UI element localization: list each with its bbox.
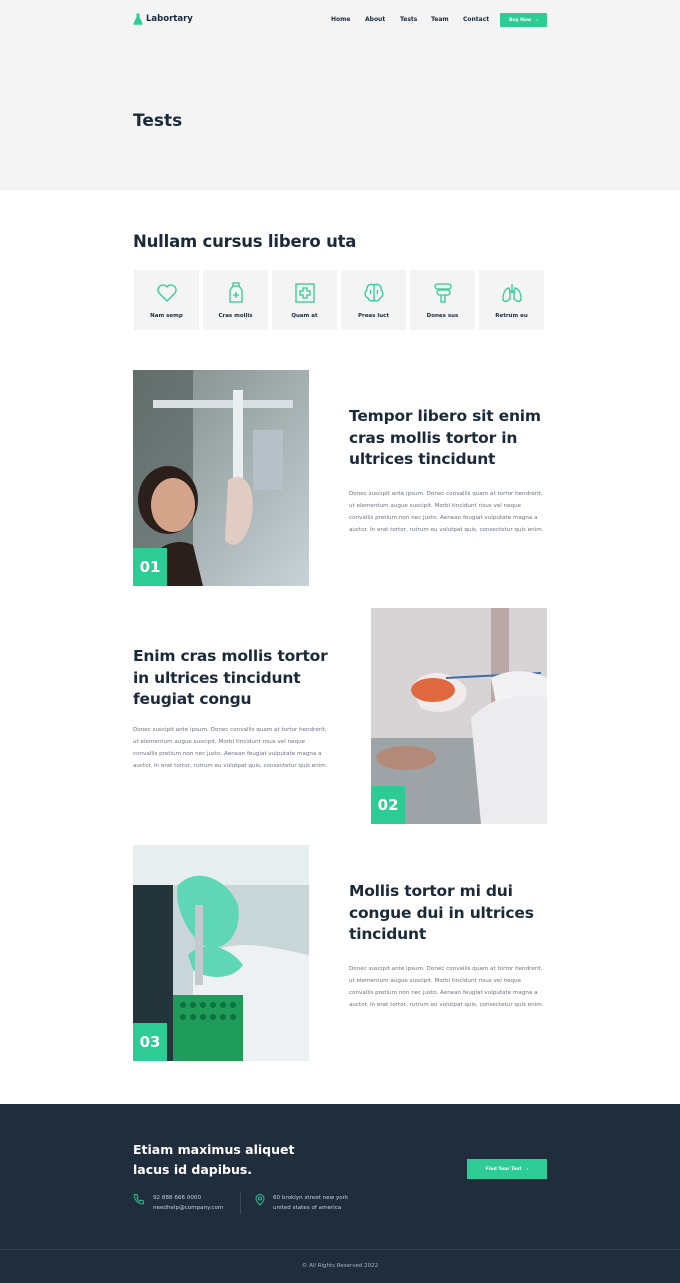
- main-nav: Home About Tests Team Contact: [331, 16, 489, 23]
- category-label: Cras mollis: [218, 313, 253, 319]
- heart-icon: [157, 284, 177, 302]
- category-label: Nam semp: [150, 313, 183, 319]
- contact-address: 60 broklyn street new york united states…: [273, 1194, 348, 1213]
- nav-home[interactable]: Home: [331, 16, 365, 23]
- buy-now-label: Buy Now: [508, 17, 532, 23]
- nav-tests[interactable]: Tests: [400, 16, 431, 23]
- feature-text: Donec suscipit ante ipsum. Donec convall…: [349, 966, 544, 1008]
- location-pin-icon: [255, 1194, 265, 1206]
- address-line-1: 60 broklyn street new york: [273, 1195, 349, 1201]
- category-card[interactable]: Nam semp: [134, 270, 199, 330]
- category-label: Preas luct: [357, 313, 390, 319]
- phone-number[interactable]: 92 888 666 0000: [153, 1194, 223, 1204]
- footer: Etiam maximus aliquet lacus id dapibus. …: [0, 1104, 680, 1283]
- category-card[interactable]: Dones sus: [410, 270, 475, 330]
- medicine-bottle-icon: [229, 282, 243, 303]
- page-title: Tests: [133, 111, 183, 131]
- categories-title: Nullam cursus libero uta: [133, 232, 357, 251]
- address-line-2: united states of america: [273, 1204, 342, 1211]
- category-card[interactable]: Retrum eu: [479, 270, 544, 330]
- hero-section: Labortary Home About Tests Team Contact …: [0, 0, 680, 190]
- copyright-text: © All Rights Reserved 2022: [301, 1263, 379, 1269]
- email-address[interactable]: needhelp@company.com: [153, 1204, 223, 1214]
- category-card[interactable]: Preas luct: [341, 270, 406, 330]
- feature-title: Tempor libero sit enim cras mollis torto…: [349, 407, 541, 468]
- feature-text: Donec suscipit ante ipsum. Donec convall…: [133, 727, 328, 769]
- feature-number-badge: 01: [133, 548, 167, 586]
- nav-team[interactable]: Team: [431, 16, 463, 23]
- chevron-right-icon: ›: [526, 1166, 529, 1172]
- category-card[interactable]: Cras mollis: [203, 270, 268, 330]
- nav-about[interactable]: About: [365, 16, 400, 23]
- find-your-test-button[interactable]: Find Your Test ›: [467, 1159, 547, 1179]
- flask-icon: [133, 13, 143, 25]
- category-label: Retrum eu: [495, 313, 528, 319]
- feature-title: Enim cras mollis tortor in ultrices tinc…: [133, 647, 328, 708]
- category-list: Nam semp Cras mollis Quam at Preas luct …: [134, 270, 544, 330]
- intestine-icon: [434, 283, 452, 303]
- brand-name: Labortary: [146, 14, 193, 24]
- category-label: Quam at: [291, 313, 318, 319]
- find-your-test-label: Find Your Test: [485, 1166, 522, 1172]
- first-aid-icon: [295, 283, 315, 303]
- phone-icon: [133, 1194, 144, 1205]
- feature-number-badge: 02: [371, 786, 405, 824]
- feature-text: Donec suscipit ante ipsum. Donec convall…: [349, 491, 544, 533]
- category-card[interactable]: Quam at: [272, 270, 337, 330]
- category-label: Dones sus: [426, 313, 459, 319]
- feature-title: Mollis tortor mi dui congue dui in ultri…: [349, 882, 534, 943]
- contact-divider: [240, 1192, 241, 1214]
- footer-cta-heading: Etiam maximus aliquet lacus id dapibus.: [133, 1142, 295, 1177]
- lungs-icon: [502, 284, 522, 303]
- buy-now-button[interactable]: Buy Now ›: [500, 13, 547, 27]
- logo[interactable]: Labortary: [133, 13, 193, 25]
- feature-number-badge: 03: [133, 1023, 167, 1061]
- brain-icon: [364, 283, 384, 302]
- nav-contact[interactable]: Contact: [463, 16, 489, 23]
- contact-phone-email: 92 888 666 0000 needhelp@company.com: [153, 1194, 223, 1213]
- chevron-right-icon: ›: [536, 17, 538, 23]
- footer-divider-line: [0, 1249, 680, 1250]
